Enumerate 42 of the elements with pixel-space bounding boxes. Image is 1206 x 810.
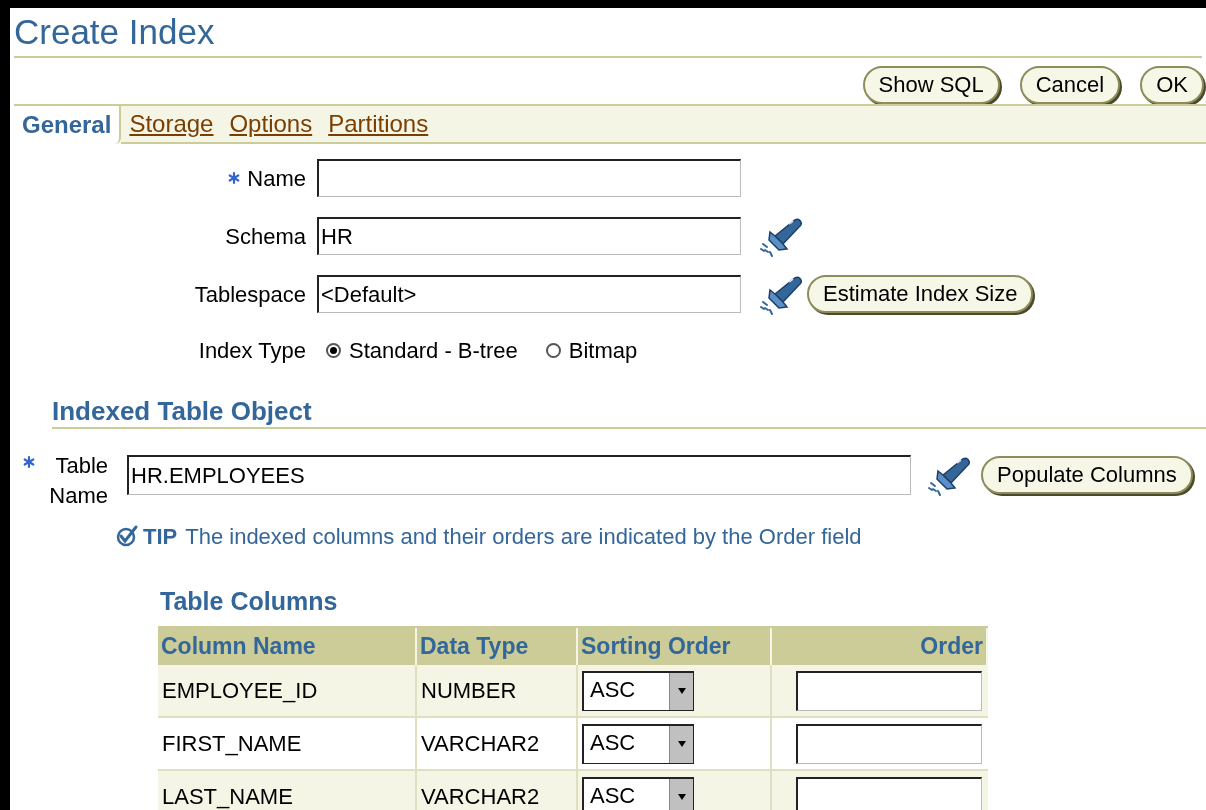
tab[interactable]: Partitions <box>320 106 437 144</box>
section-heading: Indexed Table Object <box>52 394 312 428</box>
text-input-field[interactable]: <Default> <box>317 275 741 313</box>
field-label: Schema <box>225 222 306 251</box>
text-input-field[interactable]: HR <box>317 217 741 255</box>
tab[interactable]: Storage <box>121 106 222 144</box>
field-label: Table Name <box>48 452 108 510</box>
table-cell: LAST_NAME <box>158 771 417 810</box>
dropdown-arrow-icon <box>676 741 687 747</box>
tip-text: The indexed columns and their orders are indicated by the Order field <box>185 522 862 551</box>
dropdown-arrow-icon <box>676 688 687 694</box>
radio-button[interactable] <box>326 342 341 358</box>
radio-label: Bitmap <box>568 336 638 365</box>
sort-order-dropdown[interactable]: ASC <box>582 670 694 711</box>
table-cell: EMPLOYEE_ID <box>158 665 417 716</box>
populate-button[interactable]: Populate Columns <box>981 456 1193 494</box>
radio-label: Standard - B-tree <box>349 336 518 365</box>
field-label: Name <box>247 164 306 193</box>
table-cell: VARCHAR2 <box>417 771 578 810</box>
order-input-field[interactable] <box>796 723 982 764</box>
estimate-button[interactable]: Estimate Index Size <box>807 275 1034 313</box>
page-title: Create Index <box>14 11 215 53</box>
checkmark-icon <box>115 524 139 548</box>
tab[interactable]: Options <box>221 106 321 144</box>
text-input-field[interactable] <box>317 159 741 197</box>
table-heading: Table Columns <box>160 586 338 618</box>
sort-order-dropdown[interactable]: ASC <box>582 723 694 764</box>
action-button[interactable]: Cancel <box>1019 66 1121 104</box>
table-cell: NUMBER <box>417 665 578 716</box>
field-label: Index Type <box>198 336 306 365</box>
dropdown-arrow-icon <box>676 794 687 800</box>
field-label: Tablespace <box>194 280 306 309</box>
order-input-field[interactable] <box>796 670 982 711</box>
sort-order-dropdown[interactable]: ASC <box>582 776 694 810</box>
radio-button[interactable] <box>545 342 561 358</box>
action-button[interactable]: OK <box>1140 66 1204 104</box>
table-cell: VARCHAR2 <box>417 718 578 769</box>
order-input-field[interactable] <box>796 776 982 810</box>
table-cell: FIRST_NAME <box>158 718 417 769</box>
text-input-field[interactable]: HR.EMPLOYEES <box>127 455 911 495</box>
tip-label: TIP <box>143 522 178 551</box>
action-button[interactable]: Show SQL <box>862 66 1000 104</box>
